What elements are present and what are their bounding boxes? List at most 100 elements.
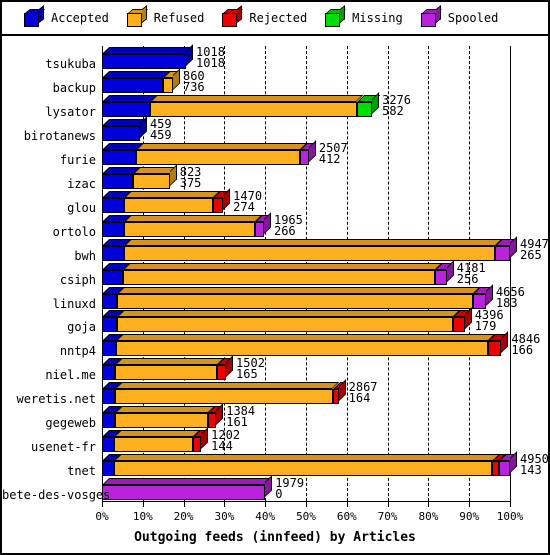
y-axis-label-weretis.net: weretis.net [16,392,96,407]
bar-segment-spooled[interactable] [494,245,510,261]
bar-segment-refused[interactable] [113,461,493,477]
bar-row[interactable] [102,403,510,432]
bar-accepted-value: 459 [149,127,172,142]
y-axis-label-ortolo: ortolo [52,224,96,239]
bar-segment-accepted[interactable] [102,197,125,213]
bar-segment-refused[interactable] [116,317,453,333]
bar-segment-top-refused [150,94,364,102]
y-axis-label-goja: goja [67,320,96,335]
bar-value-labels: 4396 179 [475,309,504,332]
bar-value-labels: 4950 143 [520,453,548,476]
bar-segment-refused[interactable] [113,437,193,453]
bar-segment-accepted[interactable] [102,293,118,309]
legend-item-missing[interactable]: Missing [325,5,403,27]
y-axis-label-gegeweb: gegeweb [45,416,96,431]
legend-item-rejected[interactable]: Rejected [222,5,307,27]
bar-segment-accepted[interactable] [102,341,116,357]
bar-segment-refused[interactable] [124,221,255,237]
bar-segment-refused[interactable] [124,197,214,213]
bar-segment-accepted[interactable] [102,173,133,189]
bar-segment-spooled[interactable] [473,293,486,309]
bar-segment-rejected[interactable] [332,389,339,405]
y-axis-label-tnet: tnet [67,464,96,479]
bar-segment-spooled[interactable] [255,221,264,237]
x-tick-mark-100 [510,501,511,507]
cube-icon [325,5,347,27]
bar-segment-accepted[interactable] [102,101,151,117]
bar-segment-refused[interactable] [133,173,170,189]
bar-segment-accepted[interactable] [102,413,116,429]
bar-segment-accepted[interactable] [102,365,116,381]
y-axis-label-nntp4: nntp4 [59,344,96,359]
bar-segment-refused[interactable] [115,341,488,357]
bar-segment-accepted[interactable] [102,317,117,333]
bar-row[interactable] [102,140,510,169]
legend-item-accepted[interactable]: Accepted [24,5,109,27]
bar-segment-spooled[interactable] [435,269,447,285]
bar-segment-refused[interactable] [135,149,301,165]
bar-row[interactable] [102,379,510,408]
bar-row[interactable] [102,235,518,265]
bar-segment-accepted[interactable] [102,54,187,69]
bar-segment-spooled[interactable] [300,149,309,165]
x-tick-mark-40 [265,501,267,507]
bar-row[interactable] [102,211,510,241]
bar-segment-accepted[interactable] [102,77,163,93]
bar-value-labels: 1018 1018 [196,46,225,69]
x-axis-ticks: 0% 10% 20% 30% 40% 50% 60% 70% 80% 90% 100% [2,501,548,526]
bar-segment-accepted[interactable] [102,269,124,285]
bar-segment-refused[interactable] [115,413,209,429]
bar-segment-accepted[interactable] [102,221,125,237]
bar-row[interactable] [102,307,510,336]
bar-row[interactable] [102,187,510,217]
bar-segment-accepted[interactable] [102,125,140,141]
bar-segment-refused[interactable] [115,365,218,381]
bar-row[interactable] [102,44,510,73]
legend-item-spooled[interactable]: Spooled [420,5,498,27]
bar-segment-refused[interactable] [150,101,357,117]
x-tick-mark-50 [306,501,307,507]
bar-segment-accepted[interactable] [102,245,125,261]
bar-row[interactable] [102,427,510,456]
bar-accepted-value: 266 [273,223,296,238]
x-tick-mark-20 [183,501,185,507]
y-axis-label-lysator: lysator [45,104,96,119]
x-tick-mark-90 [469,501,471,507]
bar-segment-accepted[interactable] [102,461,114,477]
bar-segment-refused[interactable] [124,245,495,261]
bar-segment-refused[interactable] [117,293,474,309]
bar-segment-accepted[interactable] [102,437,114,453]
bar-row[interactable] [102,355,510,384]
bar-segment-rejected[interactable] [487,341,502,357]
bar-segment-rejected[interactable] [217,365,227,381]
bar-segment-missing[interactable] [356,101,373,117]
bar-row[interactable] [102,283,510,313]
bar-row[interactable] [102,163,510,193]
bar-accepted-value: 164 [348,391,371,406]
bar-segment-rejected[interactable] [213,197,224,213]
bar-segment-rejected[interactable] [192,437,202,453]
bar-segment-refused[interactable] [162,77,173,93]
bar-row[interactable] [102,259,510,289]
bar-segment-refused[interactable] [123,269,436,285]
bar-accepted-value: 166 [511,343,534,358]
bar-segment-spooled[interactable] [102,485,266,501]
bar-segment-rejected[interactable] [452,317,465,333]
bar-segment-spooled[interactable] [498,461,510,477]
bar-value-labels: 4846 166 [511,333,540,358]
x-tick-label-0: 0% [95,510,109,523]
legend-item-refused[interactable]: Refused [126,5,204,27]
bar-row[interactable] [102,451,518,480]
x-tick-label-50: 50% [296,510,316,523]
bar-row[interactable] [102,331,510,360]
bar-segment-refused[interactable] [115,389,333,405]
x-tick-label-100: 100% [496,510,524,523]
bar-value-labels: 1979 0 [275,477,304,500]
bar-value-labels: 1202 144 [211,429,240,452]
bar-segment-accepted[interactable] [102,389,116,405]
bar-segment-accepted[interactable] [102,149,136,165]
bar-row[interactable] [102,68,510,97]
cube-icon [24,5,45,27]
bar-segment-top-accepted [102,94,158,102]
bar-value-labels: 1384 161 [226,405,255,428]
